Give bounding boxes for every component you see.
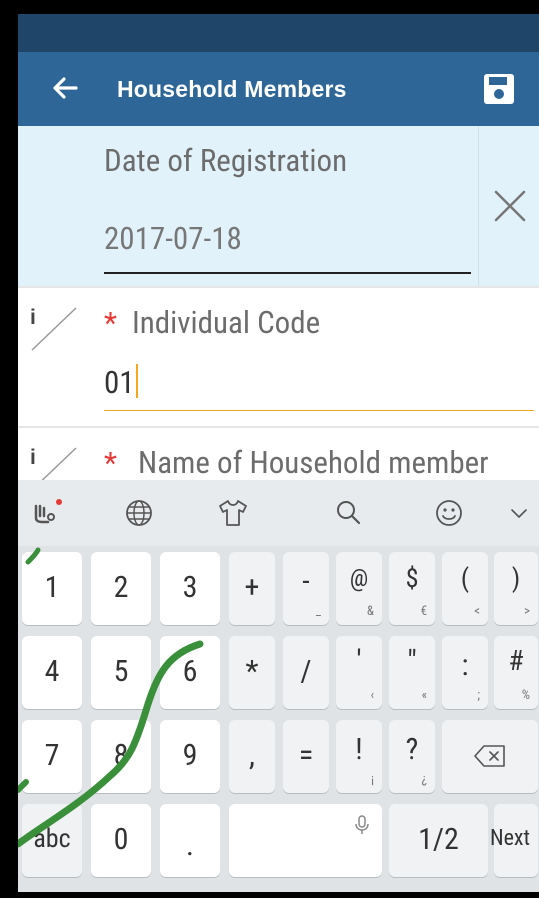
key-hash[interactable]: #% — [494, 636, 538, 709]
save-icon[interactable] — [482, 72, 516, 106]
text-cursor — [135, 364, 138, 398]
info-indicator[interactable]: i — [30, 304, 90, 364]
individual-code-field[interactable]: 01 — [104, 364, 138, 401]
key-dollar[interactable]: $ € — [389, 552, 435, 625]
key-3[interactable]: 3 — [160, 552, 220, 625]
key-comma[interactable]: , — [229, 720, 275, 793]
key-colon[interactable]: :; — [442, 636, 488, 709]
key-6[interactable]: 6 — [160, 636, 220, 709]
key-apostrophe[interactable]: ' ‹ — [336, 636, 382, 709]
key-0[interactable]: 0 — [91, 804, 151, 877]
key-equals[interactable]: = — [283, 720, 329, 793]
screen: Household Members Date of Registration 2… — [18, 14, 539, 892]
date-of-registration-field[interactable]: 2017-07-18 — [104, 220, 242, 257]
status-bar — [18, 14, 539, 52]
divider — [18, 286, 539, 288]
key-period[interactable]: . — [160, 804, 220, 877]
shirt-icon[interactable] — [216, 496, 250, 530]
key-8[interactable]: 8 — [91, 720, 151, 793]
field-underline — [104, 272, 471, 274]
key-4[interactable]: 4 — [22, 636, 82, 709]
key-9[interactable]: 9 — [160, 720, 220, 793]
key-asterisk[interactable]: * — [229, 636, 275, 709]
key-slash[interactable]: / — [283, 636, 329, 709]
page-title: Household Members — [117, 76, 347, 102]
divider — [478, 126, 479, 286]
emoji-icon[interactable] — [432, 496, 466, 530]
microphone-icon — [355, 815, 369, 834]
chevron-down-icon[interactable] — [502, 496, 536, 530]
key-quote[interactable]: " « — [389, 636, 435, 709]
key-7[interactable]: 7 — [22, 720, 82, 793]
device-frame: Household Members Date of Registration 2… — [0, 0, 539, 898]
required-asterisk: * — [104, 446, 117, 481]
key-plus[interactable]: + — [229, 552, 275, 625]
key-at[interactable]: @ & — [336, 552, 382, 625]
key-close-paren[interactable]: ) > — [494, 552, 538, 625]
next-key[interactable]: Next — [490, 804, 538, 877]
keyboard: 1 2 3 + - _ @ & $ € (< ) > 4 5 6 * / ' ‹ " « :… — [18, 480, 539, 892]
abc-key[interactable]: abc — [22, 804, 82, 877]
key-minus[interactable]: - _ — [283, 552, 329, 625]
date-of-registration-row: Date of Registration 2017-07-18 — [18, 126, 539, 286]
back-arrow-icon[interactable] — [46, 68, 86, 108]
app-bar: Household Members — [18, 52, 539, 126]
individual-code-label: Individual Code — [132, 304, 321, 341]
key-grid: 1 2 3 + - _ @ & $ € (< ) > 4 5 6 * / ' ‹ " « :… — [18, 546, 539, 892]
page-switch-key[interactable]: 1/2 — [389, 804, 488, 877]
backspace-key[interactable] — [442, 720, 538, 793]
key-exclamation[interactable]: ! ¡ — [336, 720, 382, 793]
key-1[interactable]: 1 — [22, 552, 82, 625]
search-icon[interactable] — [332, 496, 366, 530]
individual-code-value: 01 — [104, 364, 135, 401]
key-question[interactable]: ? ¿ — [389, 720, 435, 793]
space-key[interactable] — [229, 804, 382, 877]
keyboard-toolbar — [18, 480, 539, 546]
date-of-registration-label: Date of Registration — [104, 142, 348, 179]
slash-icon — [31, 307, 77, 351]
field-underline-focused — [104, 410, 534, 411]
key-5[interactable]: 5 — [91, 636, 151, 709]
name-of-household-member-label: Name of Household member — [138, 444, 489, 481]
divider — [18, 426, 539, 428]
backspace-icon — [474, 745, 505, 767]
globe-icon[interactable] — [122, 496, 156, 530]
key-open-paren[interactable]: (< — [442, 552, 488, 625]
required-asterisk: * — [104, 306, 117, 341]
clear-icon[interactable] — [488, 184, 532, 228]
key-2[interactable]: 2 — [91, 552, 151, 625]
touchpal-icon[interactable] — [28, 496, 62, 530]
